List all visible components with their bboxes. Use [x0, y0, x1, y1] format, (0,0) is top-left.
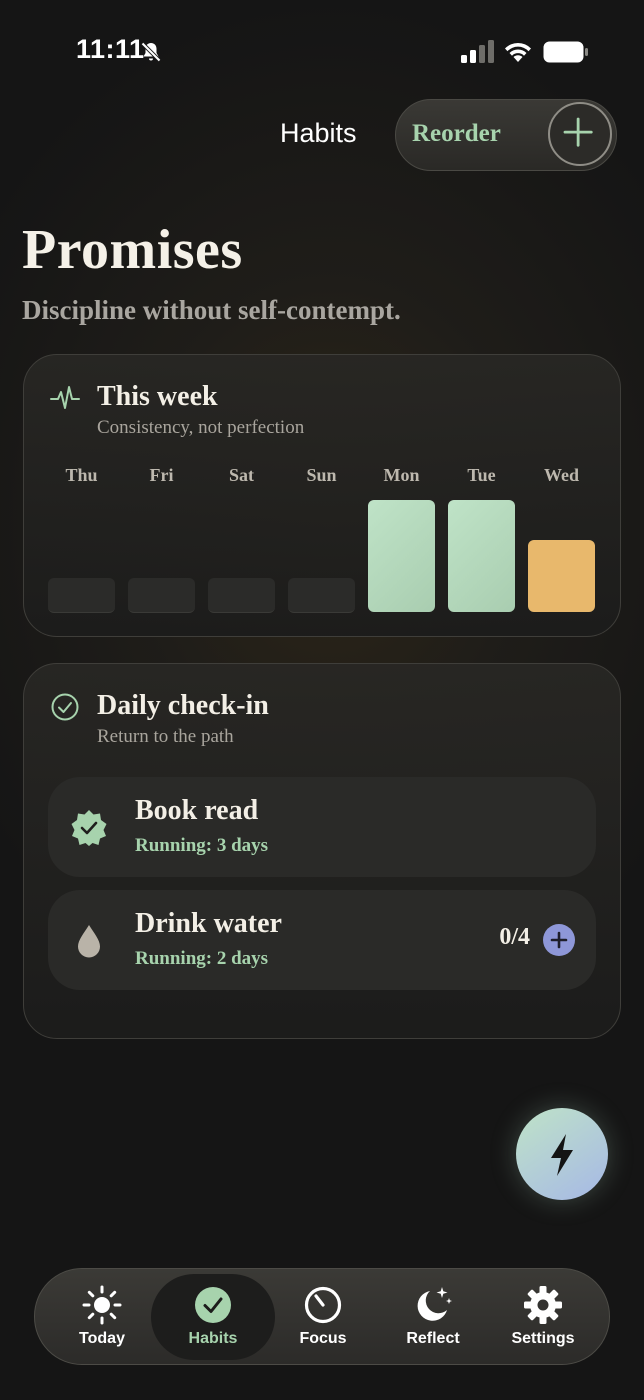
day-bar-sun: [288, 578, 355, 613]
tab-label: Habits: [188, 1330, 238, 1347]
day-bar-sat: [208, 578, 275, 613]
day-label-mon: Mon: [383, 465, 420, 485]
check-badge-icon: [71, 810, 107, 846]
card-subtitle: Return to the path: [97, 726, 234, 747]
lightning-bolt-icon: [551, 1134, 573, 1176]
plus-icon: [563, 117, 593, 147]
day-bar-mon: [368, 500, 435, 612]
tab-habits[interactable]: Habits: [158, 1269, 268, 1363]
day-label-sun: Sun: [306, 465, 337, 485]
battery-icon: [543, 41, 588, 63]
day-bar-wed: [528, 540, 595, 612]
tab-settings[interactable]: Settings: [488, 1269, 598, 1363]
habit-progress-count: 0/4: [499, 924, 530, 950]
habit-name: Book read: [135, 795, 259, 826]
tab-focus[interactable]: Focus: [268, 1269, 378, 1363]
moon-stars-icon: [417, 1287, 452, 1321]
day-label-tue: Tue: [467, 465, 496, 485]
nav-title: Habits: [280, 118, 357, 148]
page-title: Promises: [22, 219, 243, 281]
tab-label: Settings: [511, 1330, 575, 1347]
reorder-toolbar: Reorder: [395, 99, 617, 171]
habit-row-book-read[interactable]: Book read Running: 3 days: [48, 777, 596, 877]
status-time: 11:11: [76, 34, 145, 64]
day-label-sat: Sat: [228, 465, 254, 485]
timer-icon: [304, 1286, 342, 1324]
this-week-card: This week Consistency, not perfection Th…: [23, 354, 621, 637]
quick-action-button[interactable]: [516, 1108, 608, 1200]
tab-reflect[interactable]: Reflect: [378, 1269, 488, 1363]
reorder-button[interactable]: Reorder: [412, 120, 501, 148]
pulse-icon: [50, 386, 80, 409]
wifi-icon: [505, 42, 531, 62]
tab-bar: Today Habits Focus Reflect Settings: [34, 1268, 610, 1365]
gear-icon: [524, 1286, 562, 1324]
card-subtitle: Consistency, not perfection: [97, 417, 305, 438]
day-bar-tue: [448, 500, 515, 612]
plus-icon: [550, 931, 568, 949]
day-bar-fri: [128, 578, 195, 613]
cellular-signal-icon: [461, 40, 494, 63]
tab-today[interactable]: Today: [47, 1269, 157, 1363]
add-habit-button[interactable]: [548, 102, 612, 166]
habit-streak: Running: 3 days: [135, 835, 269, 856]
card-title: Daily check-in: [97, 690, 269, 721]
tab-label: Focus: [299, 1330, 347, 1347]
habit-name: Drink water: [135, 908, 282, 939]
status-bar: 11:11: [0, 0, 644, 100]
day-label-thu: Thu: [65, 465, 98, 485]
water-drop-icon: [78, 925, 100, 958]
card-title: This week: [97, 381, 218, 412]
tab-label: Reflect: [406, 1330, 460, 1347]
page-subtitle: Discipline without self-contempt.: [22, 295, 401, 325]
habit-row-drink-water[interactable]: Drink water Running: 2 days 0/4: [48, 890, 596, 990]
day-label-fri: Fri: [149, 465, 174, 485]
increment-habit-button[interactable]: [543, 924, 575, 956]
daily-checkin-card: Daily check-in Return to the path Book r…: [23, 663, 621, 1039]
day-label-wed: Wed: [543, 465, 579, 485]
sun-icon: [82, 1285, 122, 1325]
bell-slash-icon: [140, 41, 162, 63]
tab-label: Today: [79, 1330, 125, 1347]
check-circle-icon: [195, 1287, 231, 1323]
check-circle-icon: [51, 693, 79, 721]
habit-streak: Running: 2 days: [135, 948, 269, 969]
day-bar-thu: [48, 578, 115, 613]
